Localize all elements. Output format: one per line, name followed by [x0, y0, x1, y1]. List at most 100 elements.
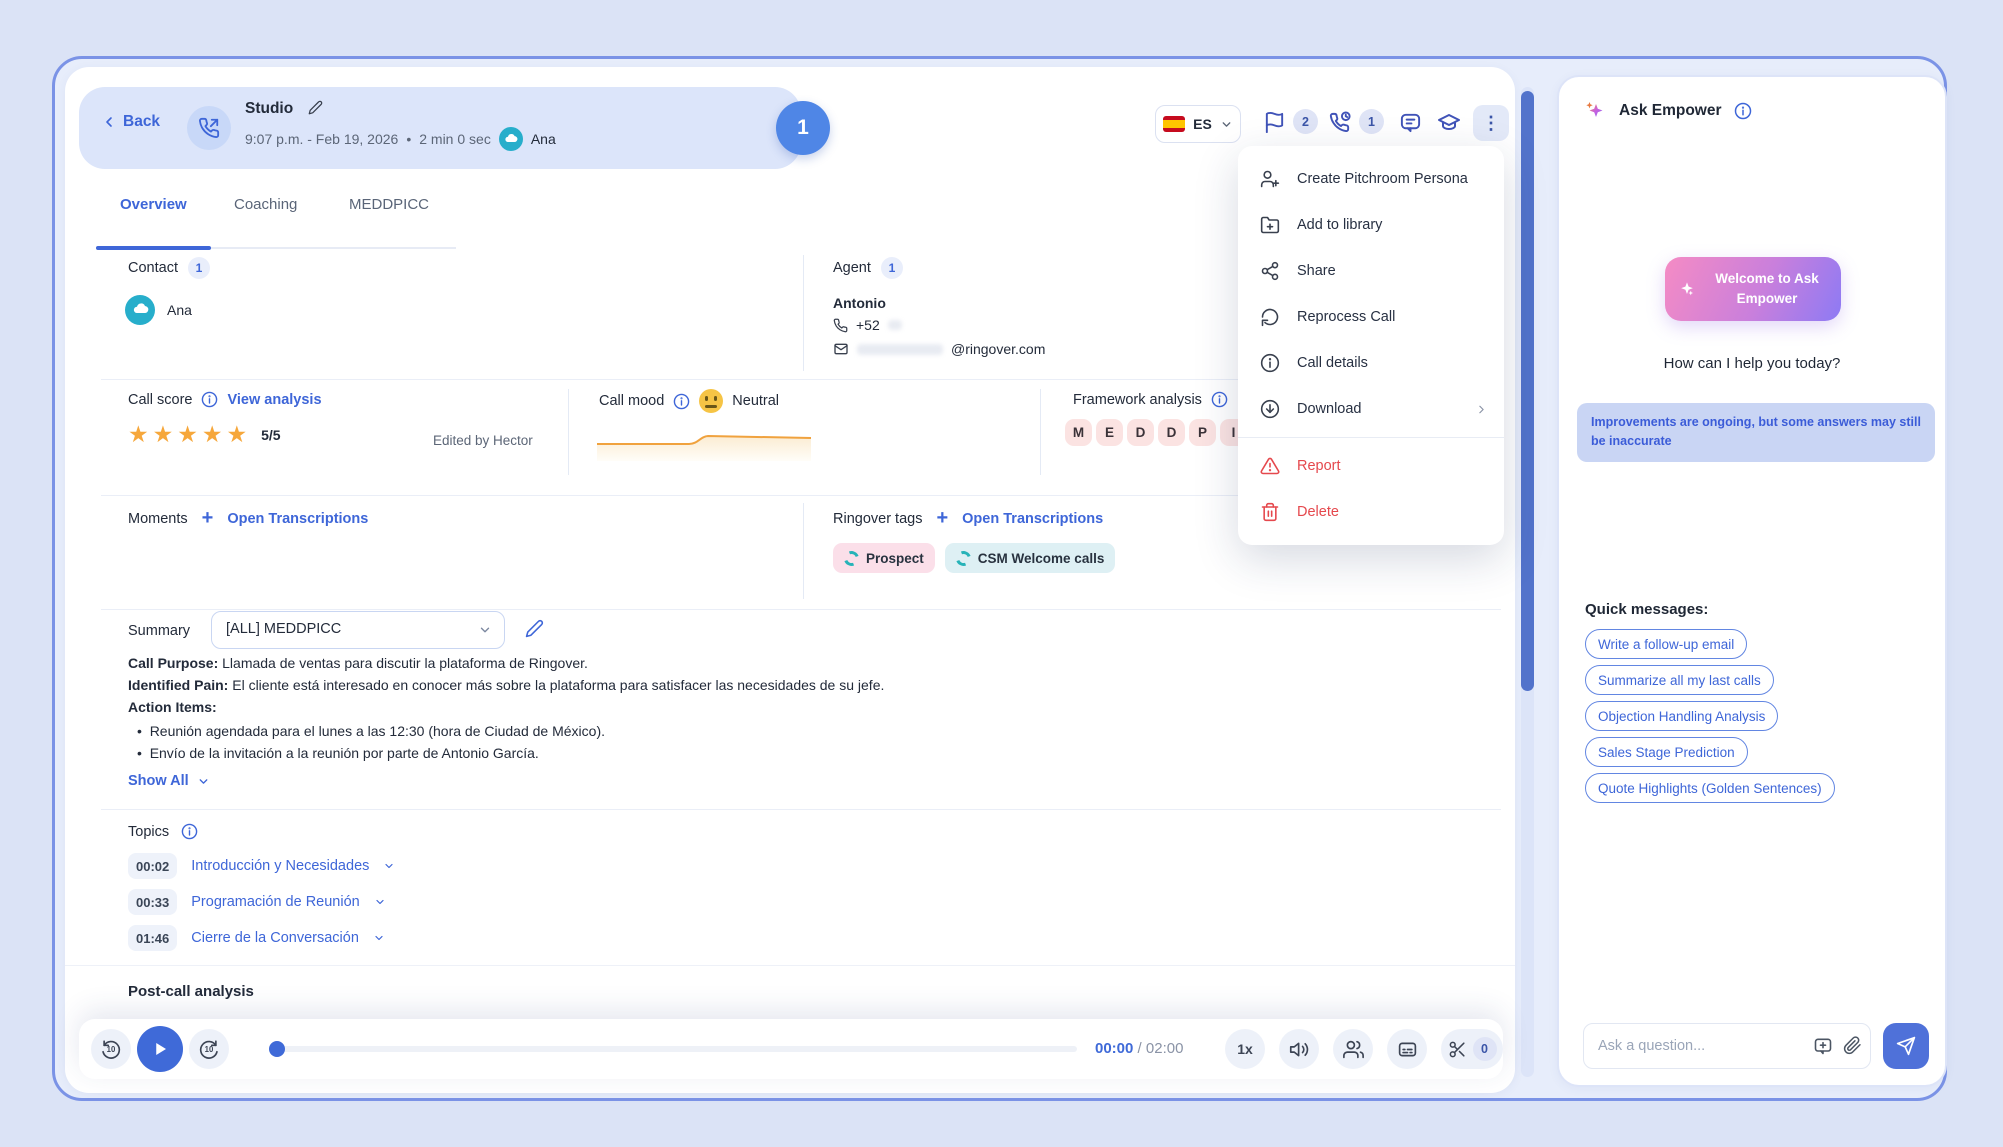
bullet-glyph: • [137, 745, 142, 761]
moments-open-transcriptions-link[interactable]: Open Transcriptions [227, 511, 368, 527]
menu-item-share[interactable]: Share [1238, 248, 1504, 294]
tab-meddpicc[interactable]: MEDDPICC [349, 196, 429, 213]
menu-item-reprocess-call[interactable]: Reprocess Call [1238, 294, 1504, 340]
speakers-button[interactable] [1333, 1029, 1373, 1069]
info-icon[interactable] [201, 391, 218, 408]
clips-button[interactable]: 0 [1441, 1029, 1503, 1069]
tag-prospect[interactable]: Prospect [833, 543, 935, 573]
meta-bullet: • [406, 131, 411, 147]
quick-message-summarize-calls[interactable]: Summarize all my last calls [1585, 665, 1774, 695]
topic-timestamp[interactable]: 00:33 [128, 889, 177, 915]
menu-item-add-to-library[interactable]: Add to library [1238, 202, 1504, 248]
edit-title-icon[interactable] [308, 100, 323, 115]
quick-message-quote-highlights[interactable]: Quote Highlights (Golden Sentences) [1585, 773, 1835, 803]
play-button[interactable] [137, 1026, 183, 1072]
speed-value: 1x [1237, 1041, 1253, 1057]
add-snippet-icon[interactable] [1813, 1036, 1833, 1056]
more-options-button[interactable]: ⋮ [1473, 105, 1509, 141]
chevron-right-icon [1475, 403, 1488, 416]
view-analysis-link[interactable]: View analysis [227, 392, 321, 408]
progress-track[interactable] [275, 1046, 1077, 1052]
quick-message-follow-up-email[interactable]: Write a follow-up email [1585, 629, 1747, 659]
quick-message-objection-handling[interactable]: Objection Handling Analysis [1585, 701, 1778, 731]
flag-marker-icon[interactable] [1263, 111, 1286, 134]
menu-item-label: Delete [1297, 504, 1339, 520]
info-icon[interactable] [181, 823, 198, 840]
total-time: 02:00 [1146, 1040, 1184, 1057]
send-button[interactable] [1883, 1023, 1929, 1069]
welcome-button[interactable]: Welcome to Ask Empower [1665, 257, 1841, 321]
menu-item-call-details[interactable]: Call details [1238, 340, 1504, 386]
scrollbar-thumb[interactable] [1521, 91, 1534, 691]
summary-type-select[interactable]: [ALL] MEDDPICC [211, 611, 505, 649]
info-icon[interactable] [1211, 391, 1228, 408]
summary-purpose-text: Llamada de ventas para discutir la plata… [218, 655, 588, 671]
call-history-icon[interactable] [1329, 111, 1352, 134]
email-icon [833, 341, 849, 357]
forward-10-button[interactable]: 10 [189, 1029, 229, 1069]
menu-item-report[interactable]: Report [1238, 443, 1504, 489]
redacted-phone [888, 320, 902, 330]
plus-icon[interactable]: + [202, 507, 214, 530]
topic-title[interactable]: Programación de Reunión [191, 894, 359, 910]
framework-letter[interactable]: D [1158, 419, 1185, 446]
agent-email-domain: @ringover.com [951, 341, 1045, 357]
menu-divider [1238, 437, 1504, 438]
topic-timestamp[interactable]: 01:46 [128, 925, 177, 951]
tab-active-indicator [96, 246, 211, 250]
tags-open-transcriptions-link[interactable]: Open Transcriptions [962, 511, 1103, 527]
comment-icon[interactable] [1399, 111, 1422, 134]
neutral-mood-icon [699, 389, 723, 413]
tag-csm-welcome-calls[interactable]: CSM Welcome calls [945, 543, 1116, 573]
volume-button[interactable] [1279, 1029, 1319, 1069]
ask-empower-panel: Ask Empower Welcome to Ask Empower How c… [1557, 75, 1947, 1087]
framework-letter[interactable]: P [1189, 419, 1216, 446]
language-label: ES [1193, 116, 1212, 132]
framework-letter[interactable]: M [1065, 419, 1092, 446]
menu-item-create-pitchroom-persona[interactable]: Create Pitchroom Persona [1238, 156, 1504, 202]
ringover-tags-label: Ringover tags [833, 511, 922, 527]
menu-item-delete[interactable]: Delete [1238, 489, 1504, 535]
topic-row[interactable]: 00:33 Programación de Reunión [128, 889, 386, 915]
kebab-icon: ⋮ [1482, 114, 1500, 132]
info-icon[interactable] [673, 393, 690, 410]
topic-title[interactable]: Cierre de la Conversación [191, 930, 359, 946]
framework-letter[interactable]: D [1127, 419, 1154, 446]
edited-by: Edited by Hector [433, 433, 533, 448]
tag-icon [953, 548, 973, 568]
show-all-toggle[interactable]: Show All [128, 773, 210, 789]
chevron-left-icon [101, 114, 117, 130]
tab-coaching-label: Coaching [234, 196, 297, 213]
language-selector[interactable]: ES [1155, 105, 1241, 143]
edit-summary-icon[interactable] [525, 619, 544, 638]
topic-timestamp[interactable]: 00:02 [128, 853, 177, 879]
contact-avatar [499, 127, 523, 151]
info-icon[interactable] [1734, 102, 1752, 120]
topic-row[interactable]: 00:02 Introducción y Necesidades [128, 853, 395, 879]
tab-coaching[interactable]: Coaching [234, 196, 297, 213]
tab-overview[interactable]: Overview [120, 196, 187, 213]
star-rating[interactable]: ★★★★★ [128, 421, 251, 448]
captions-button[interactable] [1387, 1029, 1427, 1069]
plus-icon[interactable]: + [936, 507, 948, 530]
progress-handle[interactable] [269, 1041, 285, 1057]
spain-flag-icon [1163, 116, 1185, 132]
tab-overview-label: Overview [120, 196, 187, 213]
contact-row[interactable]: Ana [125, 295, 192, 325]
menu-item-download[interactable]: Download [1238, 386, 1504, 432]
menu-item-label: Download [1297, 401, 1362, 417]
topic-row[interactable]: 01:46 Cierre de la Conversación [128, 925, 385, 951]
framework-letter[interactable]: E [1096, 419, 1123, 446]
contact-count-badge: 1 [188, 257, 210, 279]
disclaimer-text: Improvements are ongoing, but some answe… [1591, 415, 1921, 448]
tour-step-badge[interactable]: 1 [776, 101, 830, 155]
playback-speed-button[interactable]: 1x [1225, 1029, 1265, 1069]
quick-message-label: Quote Highlights (Golden Sentences) [1598, 781, 1822, 796]
quick-message-sales-stage[interactable]: Sales Stage Prediction [1585, 737, 1748, 767]
coaching-cap-icon[interactable] [1437, 111, 1461, 135]
topic-title[interactable]: Introducción y Necesidades [191, 858, 369, 874]
tab-meddpicc-label: MEDDPICC [349, 196, 429, 213]
paperclip-icon[interactable] [1843, 1036, 1862, 1055]
rewind-10-button[interactable]: 10 [91, 1029, 131, 1069]
back-button[interactable]: Back [101, 113, 160, 131]
